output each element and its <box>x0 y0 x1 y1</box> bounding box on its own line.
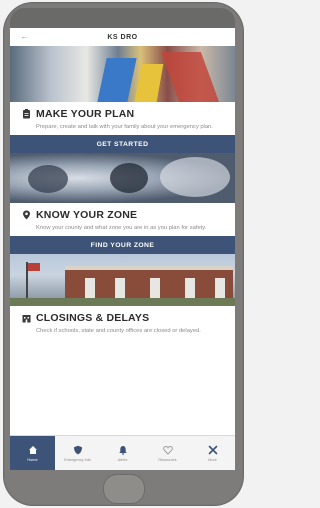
tab-home[interactable]: Home <box>10 436 55 470</box>
tools-icon <box>208 445 217 454</box>
make-your-plan-title: MAKE YOUR PLAN <box>36 108 135 120</box>
closings-delays-description: Check if schools, state and county offic… <box>36 328 201 334</box>
bell-icon <box>118 445 127 455</box>
app-title: KS DRO <box>107 33 138 41</box>
get-started-button[interactable]: GET STARTED <box>10 135 235 153</box>
tab-more[interactable]: More <box>190 436 235 470</box>
tab-emergency-info-label: Emergency Info <box>64 457 91 462</box>
make-your-plan-description: Prepare, create and talk with your famil… <box>36 124 213 130</box>
closings-delays-section[interactable]: CLOSINGS & DELAYS Check if schools, stat… <box>10 306 235 339</box>
tab-resources[interactable]: Resources <box>145 436 190 470</box>
tab-alerts[interactable]: Alerts <box>100 436 145 470</box>
tab-emergency-info[interactable]: Emergency Info <box>55 436 100 470</box>
tab-alerts-label: Alerts <box>117 457 128 462</box>
closings-hero-image <box>10 254 235 306</box>
zone-hero-image <box>10 153 235 203</box>
plan-hero-image <box>10 46 235 102</box>
bottom-tab-bar: Home Emergency Info Alerts Resources Mor… <box>10 435 235 470</box>
location-icon <box>23 210 30 220</box>
closings-delays-title: CLOSINGS & DELAYS <box>36 312 150 324</box>
app-header: ← KS DRO <box>10 28 235 46</box>
tab-more-label: More <box>208 457 217 462</box>
tab-home-label: Home <box>27 457 38 462</box>
know-your-zone-section[interactable]: KNOW YOUR ZONE Know your county and what… <box>10 203 235 236</box>
phone-home-button[interactable] <box>103 474 145 504</box>
make-your-plan-section[interactable]: MAKE YOUR PLAN Prepare, create and talk … <box>10 102 235 135</box>
know-your-zone-title: KNOW YOUR ZONE <box>36 209 138 221</box>
checklist-icon <box>23 109 30 119</box>
tab-resources-label: Resources <box>158 457 177 462</box>
phone-top-bezel <box>10 8 235 28</box>
shield-icon <box>73 445 82 454</box>
find-your-zone-button[interactable]: FIND YOUR ZONE <box>10 236 235 254</box>
app-screen: ← KS DRO MAKE YOUR PLAN Prepare, create … <box>10 28 235 470</box>
building-icon <box>22 315 31 323</box>
home-icon <box>28 445 37 454</box>
know-your-zone-description: Know your county and what zone you are i… <box>36 225 207 231</box>
back-arrow-icon[interactable]: ← <box>20 31 29 41</box>
heart-icon <box>162 445 173 455</box>
